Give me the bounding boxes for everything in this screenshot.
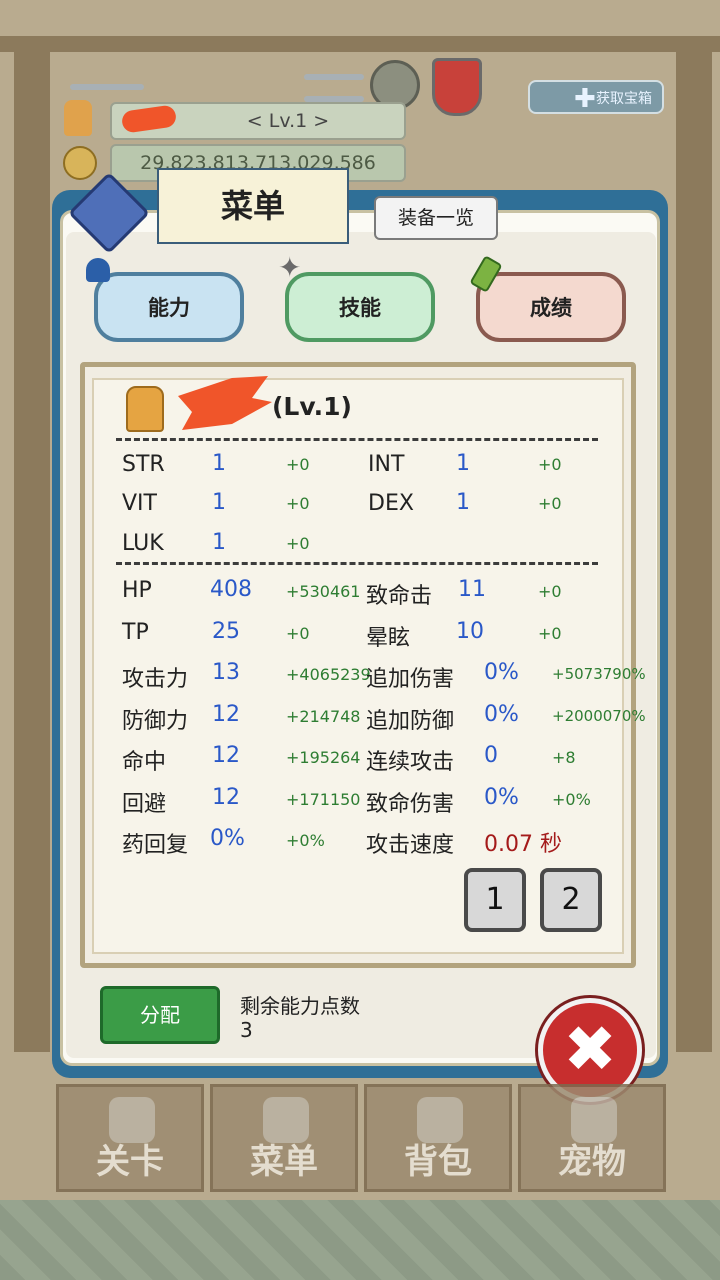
- stat-luk-value: 1: [212, 530, 226, 555]
- gold-coin-icon: [63, 146, 97, 180]
- tab-skill[interactable]: 技能: [285, 272, 435, 342]
- tab-ability[interactable]: 能力: [94, 272, 244, 342]
- stat-hit-value: 12: [212, 743, 240, 768]
- remaining-points-value: 3: [240, 1018, 253, 1042]
- stat-vit-bonus: +0: [286, 494, 310, 513]
- stat-eva-value: 12: [212, 785, 240, 810]
- character-level: (Lv.1): [272, 392, 352, 421]
- nav-menu[interactable]: 菜单: [210, 1084, 358, 1192]
- background-beam-left: [14, 52, 50, 1052]
- tab-achievement[interactable]: 成绩: [476, 272, 626, 342]
- character-avatar: [126, 386, 164, 432]
- stat-hp-value: 408: [210, 577, 252, 602]
- tab-skill-label: 技能: [339, 296, 381, 320]
- nav-pet-label: 宠物: [558, 1142, 626, 1182]
- background-beam-right: [676, 52, 712, 1052]
- player-avatar: [64, 100, 92, 136]
- plus-icon: ✚: [574, 84, 596, 114]
- stat-atk-value: 13: [212, 660, 240, 685]
- menu-title: 菜单: [157, 168, 349, 244]
- background-beam-top: [0, 36, 720, 52]
- stat-potion-bonus: +0%: [286, 831, 325, 850]
- stat-extra-damage-label: 追加伤害: [366, 667, 455, 692]
- nav-stage[interactable]: 关卡: [56, 1084, 204, 1192]
- stat-stun-value: 10: [456, 619, 484, 644]
- sparkle-icon: ✦: [278, 251, 302, 284]
- stat-luk-label: LUK: [122, 531, 164, 556]
- divider: [116, 562, 598, 565]
- stat-combo-bonus: +8: [552, 748, 576, 767]
- stat-dex-value: 1: [456, 490, 470, 515]
- stat-extra-defense-label: 追加防御: [366, 709, 455, 734]
- remaining-points-label: 剩余能力点数: [240, 994, 360, 1018]
- stat-def-label: 防御力: [122, 709, 189, 734]
- stat-combo-value: 0: [484, 743, 498, 768]
- stat-crit-damage-value: 0%: [484, 785, 519, 810]
- stat-attack-speed-value: 0.07 秒: [484, 832, 562, 857]
- stat-dex-bonus: +0: [538, 494, 562, 513]
- stat-extra-defense-value: 0%: [484, 702, 519, 727]
- nav-stage-label: 关卡: [96, 1142, 164, 1182]
- tab-achievement-label: 成绩: [530, 296, 572, 320]
- wall-sword-icon: [304, 74, 364, 80]
- stat-int-value: 1: [456, 451, 470, 476]
- stat-int-bonus: +0: [538, 455, 562, 474]
- person-plus-icon: [86, 258, 110, 282]
- close-icon: ✖: [563, 1013, 617, 1087]
- stat-extra-damage-bonus: +5073790%: [552, 665, 646, 683]
- stat-potion-value: 0%: [210, 826, 245, 851]
- stat-int-label: INT: [368, 452, 405, 477]
- stat-def-value: 12: [212, 702, 240, 727]
- stat-atk-label: 攻击力: [122, 667, 189, 692]
- stat-extra-damage-value: 0%: [484, 660, 519, 685]
- stat-hp-bonus: +530461: [286, 582, 361, 601]
- bonus-label: 获取宝箱: [596, 91, 652, 107]
- stat-crit-value: 11: [458, 577, 486, 602]
- stat-crit-damage-bonus: +0%: [552, 790, 591, 809]
- stat-tp-label: TP: [122, 620, 149, 645]
- stat-stun-bonus: +0: [538, 624, 562, 643]
- nav-bag-label: 背包: [404, 1142, 472, 1182]
- stat-stun-label: 晕眩: [366, 626, 411, 651]
- nav-menu-label: 菜单: [250, 1142, 318, 1182]
- stat-vit-label: VIT: [122, 491, 157, 516]
- wall-sword-icon: [70, 84, 144, 90]
- stat-tp-bonus: +0: [286, 624, 310, 643]
- equipment-list-button[interactable]: 装备一览: [374, 196, 498, 240]
- divider: [116, 438, 598, 441]
- nav-pet[interactable]: 宠物: [518, 1084, 666, 1192]
- nav-bag[interactable]: 背包: [364, 1084, 512, 1192]
- stat-potion-label: 药回复: [122, 833, 189, 858]
- stat-crit-bonus: +0: [538, 582, 562, 601]
- stat-dex-label: DEX: [368, 491, 414, 516]
- page-2-button[interactable]: 2: [540, 868, 602, 932]
- stat-str-value: 1: [212, 451, 226, 476]
- stat-crit-damage-label: 致命伤害: [366, 792, 455, 817]
- character-name-redaction: [178, 376, 272, 430]
- stat-eva-label: 回避: [122, 792, 167, 817]
- stat-extra-defense-bonus: +2000070%: [552, 707, 646, 725]
- treasure-bonus-button[interactable]: ✚ 获取宝箱: [528, 80, 664, 114]
- stat-hit-bonus: +195264: [286, 748, 361, 767]
- stat-str-label: STR: [122, 452, 165, 477]
- page-1-button[interactable]: 1: [464, 868, 526, 932]
- background-floor: [0, 1200, 720, 1280]
- stat-str-bonus: +0: [286, 455, 310, 474]
- assign-points-button[interactable]: 分配: [100, 986, 220, 1044]
- stat-hit-label: 命中: [122, 750, 167, 775]
- stat-attack-speed-label: 攻击速度: [366, 833, 455, 858]
- stat-crit-label: 致命击: [366, 584, 433, 609]
- stat-combo-label: 连续攻击: [366, 750, 455, 775]
- stat-tp-value: 25: [212, 619, 240, 644]
- stat-atk-bonus: +4065239: [286, 665, 371, 684]
- stat-def-bonus: +214748: [286, 707, 361, 726]
- stat-eva-bonus: +171150: [286, 790, 361, 809]
- tab-ability-label: 能力: [148, 296, 190, 320]
- stat-luk-bonus: +0: [286, 534, 310, 553]
- stat-vit-value: 1: [212, 490, 226, 515]
- stat-hp-label: HP: [122, 578, 152, 603]
- wall-shield-icon: [432, 58, 482, 116]
